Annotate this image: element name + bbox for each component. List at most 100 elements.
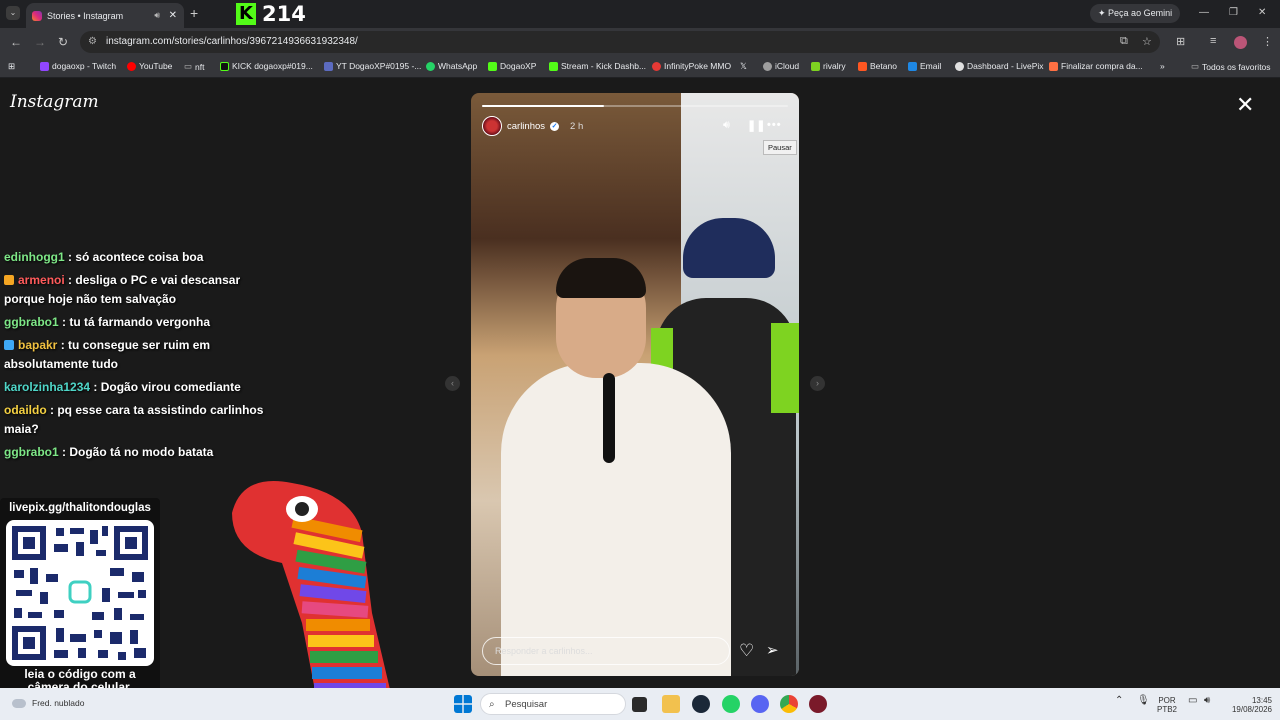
weather-widget[interactable]: Fred. nublado	[12, 698, 84, 708]
forward-button[interactable]: →	[34, 35, 46, 49]
network-icon[interactable]: ▭	[1188, 696, 1197, 706]
bookmark-rivalry[interactable]: rivalry	[811, 61, 846, 71]
close-story-icon[interactable]: ✕	[1236, 92, 1254, 118]
send-icon[interactable]: ➢	[766, 641, 779, 659]
chat-username: karolzinha1234	[4, 380, 91, 394]
restore-button[interactable]: ❐	[1229, 7, 1238, 18]
bookmark-x[interactable]: 𝕏	[740, 61, 747, 72]
bookmark-dogaoxp-kick[interactable]: DogaoXP	[488, 61, 536, 71]
all-bookmarks-folder[interactable]: ▭ Todos os favoritos	[1191, 61, 1271, 72]
chat-message: edinhogg1 : só acontece coisa boa	[4, 248, 284, 267]
back-button[interactable]: ←	[10, 35, 22, 49]
sock-puppet-mascot	[232, 481, 392, 701]
bookmark-infinitypoke[interactable]: InfinityPoke MMO	[652, 61, 731, 71]
chat-text: : tu tá farmando vergonha	[62, 315, 211, 329]
tray-chevron-icon[interactable]: ⌃	[1115, 696, 1123, 706]
app-icon[interactable]	[809, 695, 827, 713]
story-video[interactable]: carlinhos ✓ 2 h 🔊︎ ❚❚ ••• Pausar Respond…	[471, 93, 799, 676]
chat-message: armenoi : desliga o PC e vai descansar p…	[4, 271, 284, 309]
reply-input[interactable]: Responder a carlinhos...	[482, 637, 730, 665]
file-explorer-icon[interactable]	[662, 695, 680, 713]
apps-grid-icon[interactable]: ⊞	[8, 61, 15, 72]
bookmark-star-icon[interactable]: ☆	[1142, 35, 1152, 48]
steam-icon[interactable]	[692, 695, 710, 713]
chat-message: bapakr : tu consegue ser ruim em absolut…	[4, 336, 284, 374]
search-icon: ⌕	[489, 699, 495, 710]
task-view-icon[interactable]	[632, 697, 647, 712]
reading-list-icon[interactable]: ≡	[1210, 35, 1216, 47]
address-toolbar: ← → ↻ ⚙ instagram.com/stories/carlinhos/…	[0, 28, 1280, 56]
discord-icon[interactable]	[751, 695, 769, 713]
tab-close-icon[interactable]: ✕	[169, 10, 177, 21]
volume-icon[interactable]: 🔊︎	[723, 119, 730, 132]
kick-viewer-overlay: K 214	[236, 2, 306, 26]
language-indicator[interactable]: POR PTB2	[1157, 696, 1177, 714]
pause-icon[interactable]: ❚❚	[747, 119, 765, 132]
chat-username: edinhogg1	[4, 250, 65, 264]
chat-username: ggbrabo1	[4, 445, 59, 459]
story-person-singer	[501, 363, 731, 676]
livepix-qr-card: livepix.gg/thalitondouglas leia o código…	[0, 498, 160, 702]
chat-username: armenoi	[18, 273, 65, 287]
bookmark-kick-dashboard[interactable]: Stream - Kick Dashb...	[549, 61, 646, 71]
next-story-arrow-icon[interactable]: ›	[810, 376, 825, 391]
chat-username: ggbrabo1	[4, 315, 59, 329]
tab-instagram-stories[interactable]: Stories • Instagram 🔊︎ ✕	[26, 3, 184, 28]
new-tab-button[interactable]: +	[190, 5, 198, 21]
minimize-button[interactable]: —	[1199, 7, 1209, 18]
story-hair	[556, 258, 646, 298]
windows-taskbar: Fred. nublado ⌕ Pesquisar ⌃ 🎙︎ POR PTB2 ▭…	[0, 688, 1280, 720]
bookmark-icloud[interactable]: iCloud	[763, 61, 799, 71]
speaker-icon[interactable]: 🔊︎	[154, 10, 160, 21]
clock[interactable]: 13:45 19/08/2026	[1222, 696, 1272, 714]
like-heart-icon[interactable]: ♡	[739, 641, 754, 661]
bookmark-betano[interactable]: Betano	[858, 61, 897, 71]
extensions-icon[interactable]: ⊞	[1176, 35, 1185, 48]
window-close-button[interactable]: ✕	[1258, 7, 1266, 18]
instagram-logo[interactable]: Instagram	[10, 92, 99, 112]
previous-story-arrow-icon[interactable]: ‹	[445, 376, 460, 391]
x-logo-icon: 𝕏	[740, 61, 747, 71]
avatar[interactable]	[482, 116, 502, 136]
story-progress-fill	[482, 105, 605, 107]
instagram-favicon-icon	[32, 10, 42, 21]
story-header: carlinhos ✓ 2 h	[482, 116, 583, 136]
microphone-icon[interactable]: 🎙︎	[1137, 696, 1150, 706]
qr-url: livepix.gg/thalitondouglas	[9, 502, 151, 514]
site-info-icon[interactable]: ⚙	[88, 31, 97, 53]
bookmark-finalizar-compra[interactable]: Finalizar compra da...	[1049, 61, 1143, 71]
bookmark-youtube[interactable]: YouTube	[127, 61, 172, 71]
qr-code	[6, 520, 154, 666]
bookmark-email[interactable]: Email	[908, 61, 941, 71]
url-field[interactable]: ⚙ instagram.com/stories/carlinhos/396721…	[80, 31, 1160, 53]
story-microphone	[603, 373, 615, 463]
qr-code-graphic	[12, 526, 148, 660]
profile-avatar[interactable]	[1234, 36, 1247, 49]
story-progress-bar	[482, 105, 788, 107]
bookmark-twitch[interactable]: dogaoxp - Twitch	[40, 61, 116, 71]
install-app-icon[interactable]: ⧉	[1120, 35, 1128, 48]
chat-badge-icon	[4, 275, 14, 285]
chat-username: bapakr	[18, 338, 58, 352]
browser-menu-icon[interactable]: ⋮	[1262, 35, 1273, 48]
bookmark-folder-nft[interactable]: ▭ nft	[184, 61, 204, 72]
more-options-icon[interactable]: •••	[767, 119, 782, 131]
tab-search-menu[interactable]: ⌄	[6, 6, 20, 20]
bookmark-livepix[interactable]: Dashboard - LivePix	[955, 61, 1044, 71]
chat-badge-icon	[4, 340, 14, 350]
chat-message: karolzinha1234 : Dogão virou comediante	[4, 378, 284, 397]
chrome-icon[interactable]	[780, 695, 798, 713]
more-bookmarks-icon[interactable]: »	[1160, 61, 1165, 71]
reload-button[interactable]: ↻	[58, 35, 68, 49]
bookmark-kick-dogaoxp[interactable]: KICK dogaoxp#019...	[220, 61, 313, 71]
chat-text: : Dogão virou comediante	[93, 380, 241, 394]
bookmark-whatsapp[interactable]: WhatsApp	[426, 61, 477, 71]
ask-gemini-button[interactable]: ✦ Peça ao Gemini	[1090, 4, 1181, 23]
volume-icon[interactable]: 🔊︎	[1204, 696, 1210, 706]
windows-start-icon[interactable]	[454, 695, 472, 713]
tab-title: Stories • Instagram	[47, 10, 124, 21]
taskbar-search[interactable]: ⌕ Pesquisar	[480, 693, 626, 715]
bookmark-yt-dogaoxp[interactable]: YT DogaoXP#0195 -...	[324, 61, 421, 71]
whatsapp-icon[interactable]	[722, 695, 740, 713]
story-username[interactable]: carlinhos	[507, 121, 545, 132]
